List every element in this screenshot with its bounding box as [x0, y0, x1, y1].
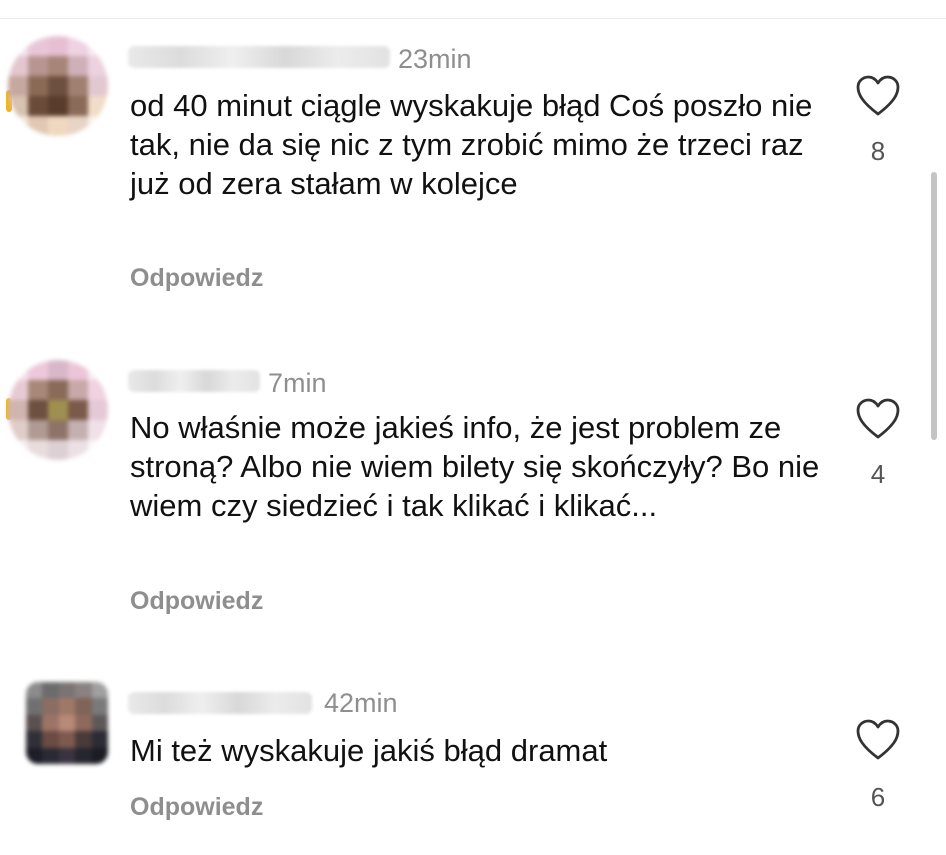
like-count: 6 — [870, 782, 886, 812]
heart-outline-icon — [856, 75, 900, 116]
username-blurred[interactable] — [128, 692, 312, 714]
comment-time: 7min — [268, 368, 327, 398]
heart-outline-icon — [856, 398, 900, 439]
comment-text: od 40 minut ciągle wyskakuje błąd Coś po… — [130, 88, 813, 201]
heart-outline-icon — [856, 719, 900, 760]
like-button[interactable] — [854, 74, 902, 118]
comment-text: No właśnie może jakieś info, że jest pro… — [130, 410, 820, 523]
like-button[interactable] — [854, 718, 902, 762]
comment-time: 23min — [398, 44, 472, 74]
avatar[interactable] — [8, 360, 108, 460]
comment-time: 42min — [324, 688, 398, 718]
username-blurred[interactable] — [128, 46, 390, 68]
reply-button[interactable]: Odpowiedz — [130, 264, 263, 293]
reply-button[interactable]: Odpowiedz — [130, 587, 263, 616]
reply-button[interactable]: Odpowiedz — [130, 793, 263, 822]
avatar[interactable] — [26, 682, 108, 764]
like-count: 4 — [870, 459, 886, 489]
scrollbar[interactable] — [931, 172, 937, 440]
avatar[interactable] — [8, 36, 108, 136]
like-count: 8 — [870, 136, 886, 166]
comment-text: Mi też wyskakuje jakiś błąd dramat — [130, 733, 608, 768]
like-button[interactable] — [854, 397, 902, 441]
top-divider — [0, 18, 946, 19]
username-blurred[interactable] — [128, 370, 260, 392]
